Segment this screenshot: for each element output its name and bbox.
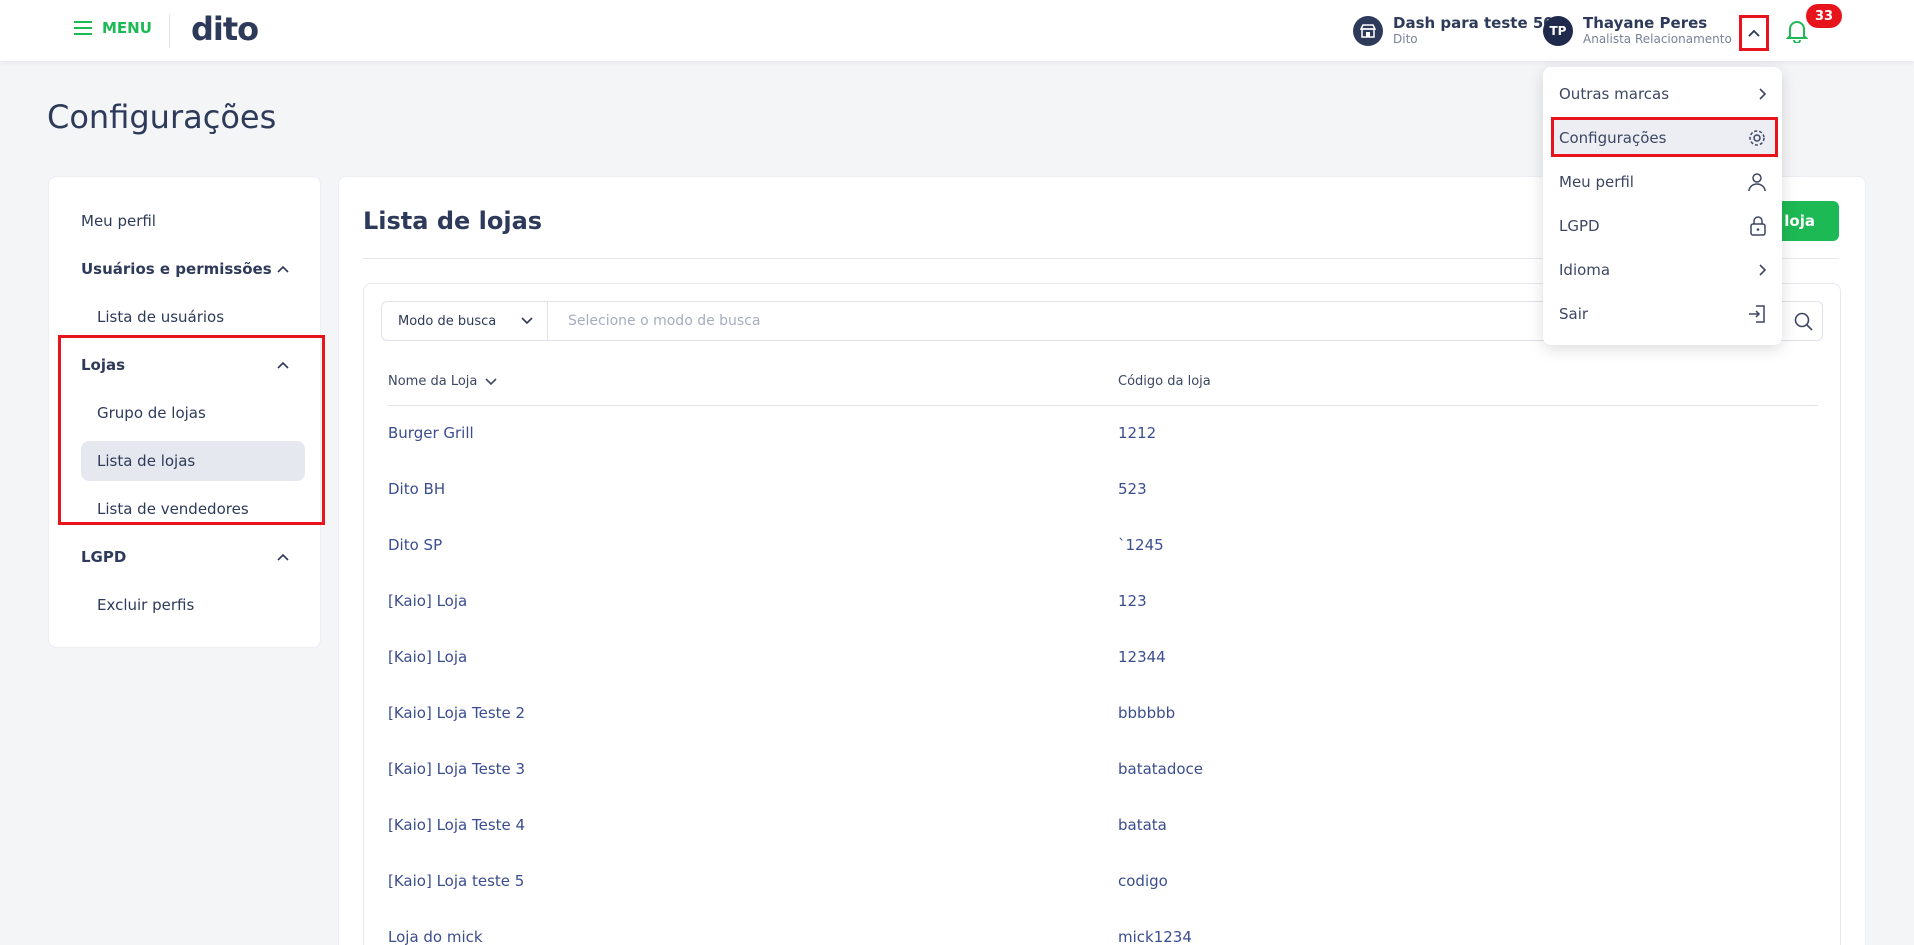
notification-badge: 33 (1806, 4, 1842, 28)
table-row-code: mick1234 (1118, 928, 1192, 945)
table-row-code: 1212 (1118, 424, 1157, 442)
menu-item-outras-marcas[interactable]: Outras marcas (1559, 76, 1767, 112)
menu-item-label: LGPD (1559, 217, 1600, 235)
chevron-up-icon (277, 553, 289, 561)
user-icon (1748, 173, 1766, 192)
table-row-code: 523 (1118, 480, 1147, 498)
table-row-code: 12344 (1118, 648, 1166, 666)
header-divider (169, 14, 170, 48)
menu-item-label: Meu perfil (1559, 173, 1634, 191)
logout-icon (1749, 305, 1765, 323)
lock-icon (1750, 216, 1766, 236)
avatar: TP (1543, 15, 1573, 46)
menu-item-idioma[interactable]: Idioma (1559, 252, 1767, 288)
column-header-nome[interactable]: Nome da Loja (388, 374, 497, 389)
search-mode-label: Modo de busca (398, 313, 497, 329)
menu-item-label: Outras marcas (1559, 85, 1670, 103)
column-header-label: Código da loja (1118, 374, 1211, 389)
header-divider (388, 405, 1818, 406)
table-row-code: 123 (1118, 592, 1147, 610)
sidebar-group-label: LGPD (81, 548, 127, 566)
user-role: Analista Relacionamento (1583, 32, 1732, 46)
gear-icon (1749, 130, 1765, 146)
chevron-right-icon (1759, 88, 1767, 100)
table-row-name[interactable]: [Kaio] Loja Teste 2 (388, 704, 525, 722)
table-row-code: batata (1118, 816, 1167, 834)
chevron-right-icon (1759, 264, 1767, 276)
sidebar-group-lgpd[interactable]: LGPD (81, 548, 289, 566)
table-row-name[interactable]: Loja do mick (388, 928, 483, 945)
brand-name: Dash para teste 50 (1393, 14, 1554, 32)
search-icon[interactable] (1794, 312, 1814, 332)
sidebar-item-excluir-perfis[interactable]: Excluir perfis (97, 596, 194, 614)
chevron-up-icon (1748, 29, 1760, 37)
menu-item-meu-perfil[interactable]: Meu perfil (1559, 164, 1767, 200)
user-name: Thayane Peres (1583, 14, 1708, 32)
store-icon (1353, 15, 1383, 46)
menu-item-lgpd[interactable]: LGPD (1559, 208, 1767, 244)
main-title: Lista de lojas (363, 207, 543, 235)
table-row-code: codigo (1118, 872, 1168, 890)
hamburger-icon (74, 21, 92, 35)
top-bar: MENU dito Dash para teste 50 Dito TP Tha… (0, 0, 1914, 61)
menu-button[interactable]: MENU (74, 19, 152, 37)
menu-item-label: Idioma (1559, 261, 1611, 279)
menu-item-label: Configurações (1559, 129, 1667, 147)
menu-item-configuracoes[interactable]: Configurações (1559, 120, 1767, 156)
stores-table-card: Modo de busca Nome da Loja Código da loj… (363, 283, 1841, 945)
highlight-box (58, 335, 325, 525)
chevron-down-icon (485, 377, 497, 385)
sidebar-group-usuarios[interactable]: Usuários e permissões (81, 260, 289, 278)
chevron-down-icon (521, 317, 533, 325)
search-mode-select[interactable]: Modo de busca (382, 302, 548, 340)
user-menu-toggle[interactable] (1739, 15, 1769, 51)
menu-item-label: Sair (1559, 305, 1589, 323)
table-row-code: bbbbbb (1118, 704, 1176, 722)
brand-selector[interactable]: Dash para teste 50 Dito (1353, 14, 1554, 47)
menu-label: MENU (102, 19, 152, 37)
table-row-name[interactable]: [Kaio] Loja (388, 648, 467, 666)
sidebar-group-label: Usuários e permissões (81, 260, 272, 278)
menu-item-sair[interactable]: Sair (1559, 296, 1767, 332)
user-dropdown-menu: Outras marcas Configurações Meu perfil L… (1543, 67, 1782, 345)
page-title: Configurações (47, 98, 277, 136)
notifications-button[interactable] (1785, 19, 1809, 47)
logo[interactable]: dito (191, 10, 259, 48)
bell-icon (1785, 21, 1809, 44)
table-row-name[interactable]: [Kaio] Loja (388, 592, 467, 610)
table-row-code: batatadoce (1118, 760, 1204, 778)
table-row-name[interactable]: Dito BH (388, 480, 445, 498)
table-row-name[interactable]: Dito SP (388, 536, 442, 554)
logo-text: dito (191, 10, 259, 48)
chevron-up-icon (277, 265, 289, 273)
table-row-name[interactable]: [Kaio] Loja Teste 3 (388, 760, 525, 778)
column-header-codigo: Código da loja (1118, 374, 1211, 389)
brand-sub: Dito (1393, 32, 1418, 46)
table-row-name[interactable]: [Kaio] Loja Teste 4 (388, 816, 525, 834)
sidebar-item-lista-usuarios[interactable]: Lista de usuários (97, 308, 224, 326)
table-row-code: `1245 (1118, 536, 1164, 554)
table-row-name[interactable]: Burger Grill (388, 424, 474, 442)
user-info[interactable]: TP Thayane Peres Analista Relacionamento (1543, 14, 1732, 47)
column-header-label: Nome da Loja (388, 374, 478, 389)
sidebar-item-meu-perfil[interactable]: Meu perfil (81, 212, 156, 230)
table-row-name[interactable]: [Kaio] Loja teste 5 (388, 872, 524, 890)
